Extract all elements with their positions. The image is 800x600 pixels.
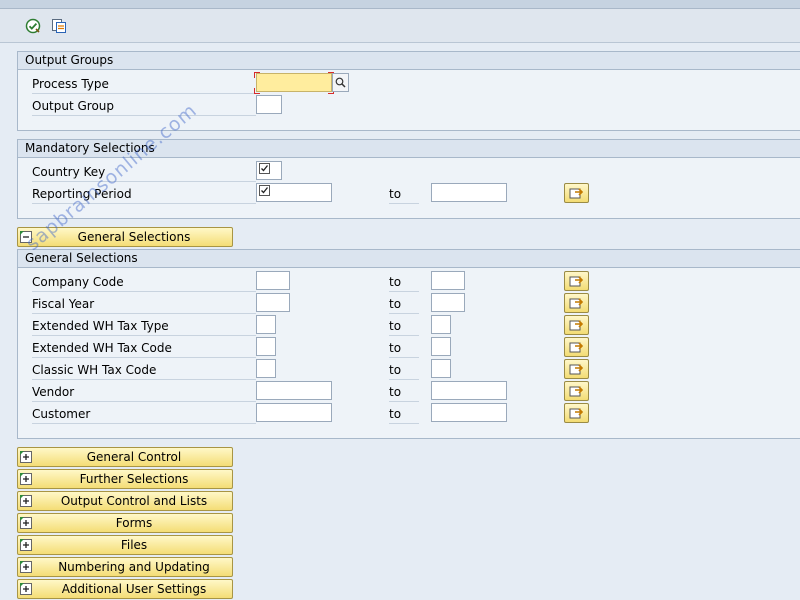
multiple-selection-button[interactable] [564,271,589,291]
collapse-icon [20,231,32,243]
vendor-from-input[interactable] [256,381,332,400]
expander-label: Additional User Settings [61,582,207,596]
multiple-selection-button[interactable] [564,337,589,357]
ext-wh-tax-code-to-input[interactable] [431,337,451,356]
expand-icon [20,539,32,551]
vendor-row: Vendor to [18,381,800,403]
expander-label: Forms [115,516,153,530]
output-group-row: Output Group [18,95,800,117]
to-label: to [389,273,419,292]
process-type-row: Process Type [18,72,800,95]
required-check-icon [257,183,271,197]
company-code-row: Company Code to [18,271,800,293]
multiple-selection-button[interactable] [564,403,589,423]
customer-from-input[interactable] [256,403,332,422]
reporting-period-row: Reporting Period to [18,183,800,205]
to-label: to [389,339,419,358]
output-group-input[interactable] [256,95,282,114]
vendor-to-input[interactable] [431,381,507,400]
ext-wh-tax-code-row: Extended WH Tax Code to [18,337,800,359]
fiscal-year-label: Fiscal Year [32,295,256,314]
company-code-to-input[interactable] [431,271,465,290]
to-label: to [389,185,419,204]
expander-label: Further Selections [79,472,189,486]
expander-label: Output Control and Lists [60,494,208,508]
multiple-selection-button[interactable] [564,359,589,379]
output-groups-title: Output Groups [18,52,800,70]
required-marker [254,72,260,78]
mandatory-selections-box: Mandatory Selections Country Key Reporti… [17,139,800,219]
to-label: to [389,361,419,380]
expand-icon [20,451,32,463]
additional-user-settings-expand-button[interactable]: Additional User Settings [17,579,233,599]
vendor-label: Vendor [32,383,256,402]
expander-label: General Control [86,450,182,464]
output-groups-box: Output Groups Process Type Output Group [17,51,800,131]
customer-to-input[interactable] [431,403,507,422]
reporting-period-to-input[interactable] [431,183,507,202]
classic-wh-tax-code-label: Classic WH Tax Code [32,361,256,380]
forms-expand-button[interactable]: Forms [17,513,233,533]
ext-wh-tax-code-label: Extended WH Tax Code [32,339,256,358]
expand-icon [20,495,32,507]
ext-wh-tax-type-to-input[interactable] [431,315,451,334]
output-control-expand-button[interactable]: Output Control and Lists [17,491,233,511]
further-selections-expand-button[interactable]: Further Selections [17,469,233,489]
country-key-row: Country Key [18,161,800,183]
process-type-label: Process Type [32,75,256,94]
customer-row: Customer to [18,403,800,425]
ext-wh-tax-type-label: Extended WH Tax Type [32,317,256,336]
execute-icon[interactable] [24,17,42,35]
general-selections-title: General Selections [18,250,800,268]
required-marker [254,88,260,94]
general-selections-box: General Selections Company Code to Fisca… [17,249,800,439]
files-expand-button[interactable]: Files [17,535,233,555]
to-label: to [389,383,419,402]
general-control-expand-button[interactable]: General Control [17,447,233,467]
classic-wh-tax-code-from-input[interactable] [256,359,276,378]
reporting-period-from-input[interactable] [256,183,332,202]
mandatory-selections-title: Mandatory Selections [18,140,800,158]
company-code-label: Company Code [32,273,256,292]
company-code-from-input[interactable] [256,271,290,290]
to-label: to [389,405,419,424]
expander-label: Files [120,538,148,552]
general-selections-toggle-button[interactable]: General Selections [17,227,233,247]
multiple-selection-button[interactable] [564,183,589,203]
fiscal-year-from-input[interactable] [256,293,290,312]
required-check-icon [257,161,271,175]
ext-wh-tax-type-from-input[interactable] [256,315,276,334]
get-variant-icon[interactable] [50,17,68,35]
numbering-updating-expand-button[interactable]: Numbering and Updating [17,557,233,577]
expander-label: Numbering and Updating [58,560,210,574]
expand-icon [20,561,32,573]
expand-icon [20,517,32,529]
process-type-input[interactable] [256,73,332,92]
multiple-selection-button[interactable] [564,293,589,313]
multiple-selection-button[interactable] [564,381,589,401]
title-strip [0,0,800,9]
to-label: to [389,317,419,336]
search-help-icon[interactable] [332,73,349,92]
expand-icon [20,473,32,485]
ext-wh-tax-type-row: Extended WH Tax Type to [18,315,800,337]
country-key-input[interactable] [256,161,282,180]
classic-wh-tax-code-row: Classic WH Tax Code to [18,359,800,381]
selection-screen: Output Groups Process Type Output Group … [0,43,800,600]
to-label: to [389,295,419,314]
reporting-period-label: Reporting Period [32,185,256,204]
customer-label: Customer [32,405,256,424]
fiscal-year-to-input[interactable] [431,293,465,312]
fiscal-year-row: Fiscal Year to [18,293,800,315]
output-group-label: Output Group [32,97,256,116]
ext-wh-tax-code-from-input[interactable] [256,337,276,356]
general-selections-toggle-label: General Selections [77,230,191,244]
expand-icon [20,583,32,595]
classic-wh-tax-code-to-input[interactable] [431,359,451,378]
multiple-selection-button[interactable] [564,315,589,335]
country-key-label: Country Key [32,163,256,182]
application-toolbar [0,9,800,43]
